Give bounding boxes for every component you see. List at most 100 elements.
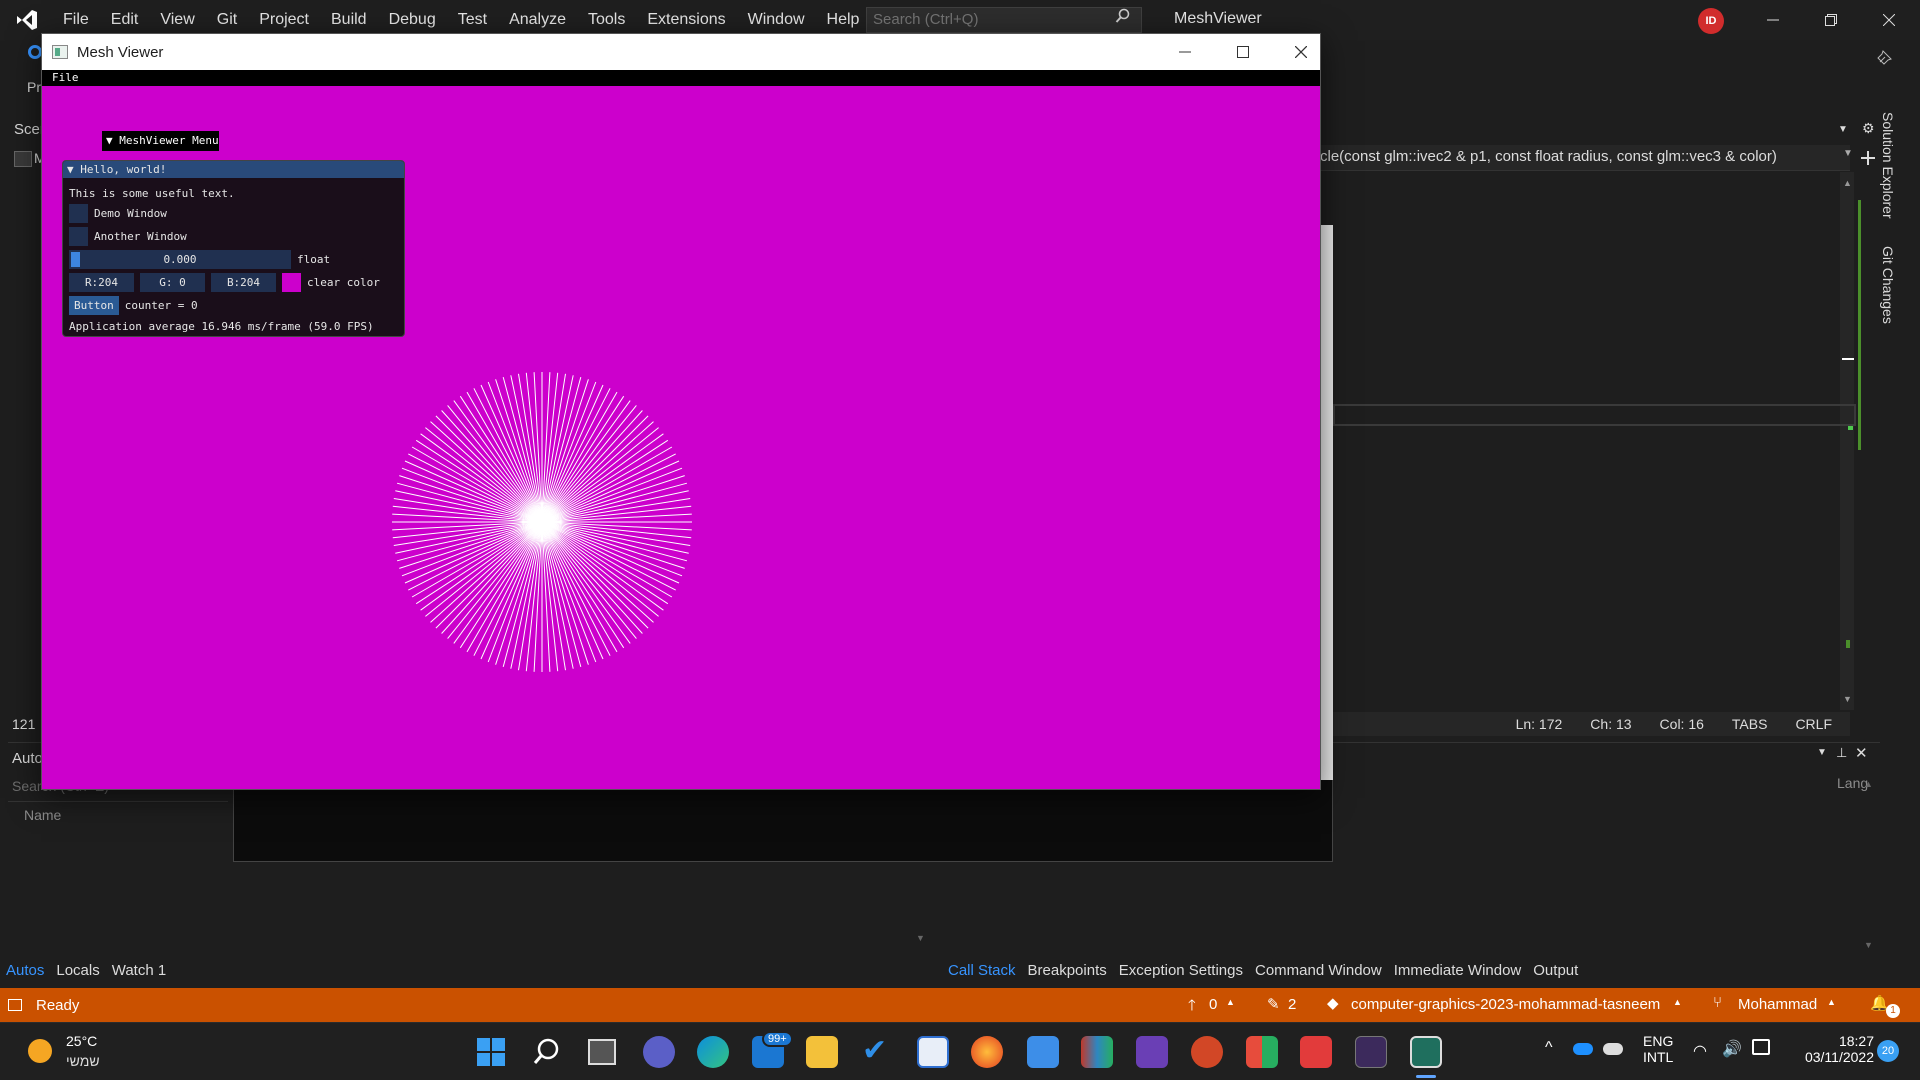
push-count[interactable]: 0 bbox=[1209, 996, 1217, 1013]
branch-name[interactable]: Mohammad bbox=[1738, 996, 1817, 1013]
button-row[interactable]: Button counter = 0 bbox=[69, 295, 198, 315]
file-explorer-icon[interactable] bbox=[806, 1036, 838, 1068]
chevron-down-icon[interactable]: ▼ bbox=[1843, 148, 1853, 159]
tab-call-stack[interactable]: Call Stack bbox=[948, 962, 1016, 979]
tab-immediate-window[interactable]: Immediate Window bbox=[1394, 962, 1522, 979]
tab-breakpoints[interactable]: Breakpoints bbox=[1028, 962, 1107, 979]
wifi-icon[interactable]: ◠ bbox=[1693, 1041, 1707, 1061]
panel-close-icon[interactable]: ✕ bbox=[1855, 744, 1868, 762]
vs-close-button[interactable] bbox=[1860, 0, 1918, 40]
another-window-row[interactable]: Another Window bbox=[69, 226, 187, 246]
task-view-icon[interactable] bbox=[588, 1039, 616, 1065]
tab-watch-1[interactable]: Watch 1 bbox=[112, 962, 166, 979]
mw-maximize-button[interactable] bbox=[1214, 34, 1272, 70]
branch-icon[interactable]: ⑂ bbox=[1713, 994, 1722, 1011]
solution-explorer-tab[interactable]: Solution Explorer bbox=[1880, 112, 1896, 219]
notification-count[interactable]: 1 bbox=[1886, 1004, 1900, 1018]
notepad-icon[interactable] bbox=[1027, 1036, 1059, 1068]
git-changes-label[interactable]: Git Changes bbox=[1880, 246, 1896, 324]
split-editor-icon[interactable] bbox=[1858, 145, 1878, 171]
slider-grab[interactable] bbox=[71, 251, 80, 267]
line-number[interactable]: Ln: 172 bbox=[1516, 716, 1563, 732]
panel-pin-icon[interactable]: ⊥ bbox=[1836, 745, 1847, 761]
clock[interactable]: 18:27 03/11/2022 bbox=[1792, 1033, 1874, 1065]
gear-icon[interactable]: ⚙ bbox=[1862, 120, 1875, 137]
lang-code[interactable]: ENG bbox=[1643, 1033, 1673, 1049]
mw-close-button[interactable] bbox=[1272, 34, 1330, 70]
clear-color-swatch[interactable] bbox=[282, 272, 301, 292]
solution-explorer-label[interactable]: Solution Explorer bbox=[1880, 112, 1896, 219]
powerpoint-icon[interactable] bbox=[1191, 1036, 1223, 1068]
pin-icon[interactable] bbox=[1876, 48, 1894, 70]
chevron-up-icon[interactable]: ^ bbox=[1545, 1039, 1553, 1057]
clock-date[interactable]: 03/11/2022 bbox=[1792, 1049, 1874, 1065]
mw-minimize-button[interactable] bbox=[1156, 34, 1214, 70]
vs-search-input[interactable] bbox=[873, 11, 1113, 28]
battery-icon[interactable] bbox=[1752, 1039, 1770, 1055]
tabs-indicator[interactable]: TABS bbox=[1732, 716, 1768, 732]
language-indicator[interactable]: ENG INTL bbox=[1643, 1033, 1673, 1065]
notification-center-badge[interactable]: 20 bbox=[1877, 1040, 1899, 1062]
tab-locals[interactable]: Locals bbox=[56, 962, 99, 979]
weather-text[interactable]: שמשי bbox=[66, 1053, 100, 1069]
calendar-app-icon[interactable] bbox=[917, 1036, 949, 1068]
todo-check-icon[interactable]: ✔ bbox=[862, 1035, 887, 1067]
mesh-viewer-window[interactable]: Mesh Viewer File ▼ MeshViewer Menu ▼ Hel… bbox=[41, 33, 1321, 790]
winrar-icon[interactable] bbox=[1081, 1036, 1113, 1068]
color-app-icon[interactable] bbox=[1246, 1036, 1278, 1068]
lang-layout[interactable]: INTL bbox=[1643, 1049, 1673, 1065]
line-ending[interactable]: CRLF bbox=[1795, 716, 1832, 732]
repo-icon[interactable]: ◆ bbox=[1327, 994, 1339, 1012]
repo-name[interactable]: computer-graphics-2023-mohammad-tasneem bbox=[1351, 996, 1660, 1013]
another-window-label[interactable]: Another Window bbox=[94, 230, 187, 243]
avatar[interactable]: ID bbox=[1698, 8, 1724, 34]
mesh-viewer-app-icon[interactable] bbox=[1410, 1036, 1442, 1068]
search-icon[interactable] bbox=[1115, 8, 1131, 32]
pencil-icon[interactable]: ✎ bbox=[1267, 995, 1280, 1013]
onedrive-icon[interactable] bbox=[1573, 1043, 1593, 1055]
vs-restore-button[interactable] bbox=[1802, 0, 1860, 40]
imgui-menu-tab[interactable]: ▼ MeshViewer Menu bbox=[102, 131, 219, 151]
clear-color-row[interactable]: R:204 G: 0 B:204 clear color bbox=[69, 272, 380, 292]
scroll-down-icon[interactable]: ▼ bbox=[916, 933, 925, 943]
mesh-viewer-title-bar[interactable]: Mesh Viewer bbox=[42, 34, 1320, 70]
vs-search-box[interactable] bbox=[866, 7, 1142, 33]
imgui-title-bar[interactable]: ▼ Hello, world! bbox=[63, 161, 404, 178]
col-number[interactable]: Col: 16 bbox=[1660, 716, 1704, 732]
cloud-icon[interactable] bbox=[1603, 1043, 1623, 1055]
code-editor[interactable] bbox=[1320, 145, 1850, 710]
mw-menu-file[interactable]: File bbox=[52, 71, 79, 84]
function-navigation-bar[interactable]: cle(const glm::ivec2 & p1, const float r… bbox=[1320, 145, 1850, 171]
taskbar-search-icon[interactable] bbox=[532, 1037, 562, 1071]
terminal-icon[interactable] bbox=[1355, 1036, 1387, 1068]
visual-studio-icon[interactable] bbox=[1136, 1036, 1168, 1068]
dropdown-arrow-icon[interactable]: ▼ bbox=[1838, 124, 1848, 135]
tab-output[interactable]: Output bbox=[1533, 962, 1578, 979]
color-r-field[interactable]: R:204 bbox=[69, 272, 134, 292]
color-b-field[interactable]: B:204 bbox=[211, 272, 276, 292]
float-slider-row[interactable]: 0.000 float bbox=[69, 249, 330, 269]
imgui-menu-tab-label[interactable]: MeshViewer Menu bbox=[119, 134, 218, 147]
firefox-icon[interactable] bbox=[971, 1036, 1003, 1068]
demo-window-label[interactable]: Demo Window bbox=[94, 207, 167, 220]
tab-autos[interactable]: Autos bbox=[6, 962, 44, 979]
collapse-arrow-icon[interactable]: ▼ bbox=[67, 163, 80, 176]
clock-time[interactable]: 18:27 bbox=[1792, 1033, 1874, 1049]
volume-icon[interactable]: 🔊 bbox=[1722, 1039, 1742, 1059]
editor-scrollbar[interactable]: ▲ ▼ bbox=[1840, 172, 1854, 710]
tab-exception-settings[interactable]: Exception Settings bbox=[1119, 962, 1243, 979]
weather-sun-icon[interactable] bbox=[28, 1039, 52, 1063]
color-g-field[interactable]: G: 0 bbox=[140, 272, 205, 292]
pdf-icon[interactable] bbox=[1300, 1036, 1332, 1068]
tab-command-window[interactable]: Command Window bbox=[1255, 962, 1382, 979]
changes-count[interactable]: 2 bbox=[1288, 996, 1296, 1013]
windows-start-icon[interactable] bbox=[477, 1038, 505, 1066]
push-arrow-icon[interactable]: 🡑 bbox=[1188, 995, 1196, 1020]
weather-temp[interactable]: 25°C bbox=[66, 1033, 97, 1049]
panel-dropdown-icon[interactable]: ▼ bbox=[1817, 747, 1827, 758]
imgui-hello-window[interactable]: ▼ Hello, world! This is some useful text… bbox=[62, 160, 405, 337]
collapse-arrow-icon[interactable]: ▼ bbox=[106, 134, 119, 147]
teams-chat-icon[interactable] bbox=[643, 1036, 675, 1068]
vs-minimize-button[interactable] bbox=[1744, 0, 1802, 40]
imgui-button[interactable]: Button bbox=[69, 295, 119, 315]
